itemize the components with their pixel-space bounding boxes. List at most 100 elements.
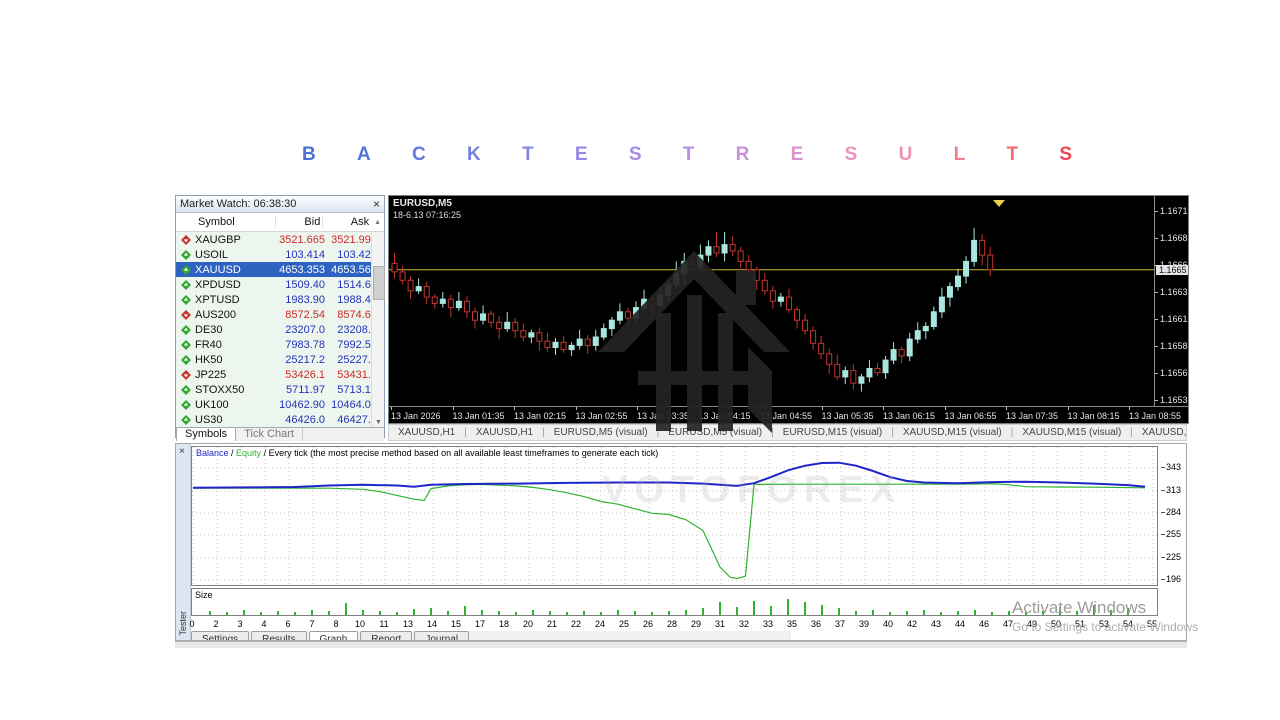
market-watch-tab-tick-chart[interactable]: Tick Chart [236, 428, 303, 441]
tester-tab-settings[interactable]: Settings [191, 631, 250, 640]
market-watch-row[interactable]: USOIL 103.414 103.428 [176, 247, 384, 262]
graph-x-tick: 33 [762, 619, 773, 629]
bid-cell: 4653.353 [279, 263, 325, 276]
trend-up-icon [181, 384, 191, 395]
chart-tab[interactable]: XAUUSD,M15 (visual) [1133, 427, 1186, 438]
market-watch-row[interactable]: DE30 23207.0 23208.1 [176, 322, 384, 337]
column-header-bid[interactable]: Bid [276, 216, 324, 228]
graph-x-tick: 22 [570, 619, 581, 629]
market-watch-row[interactable]: STOXX50 5711.97 5713.12 [176, 382, 384, 397]
price-axis[interactable]: 1.16711.16681.16661.16631.16611.16581.16… [1154, 196, 1189, 406]
bid-cell: 7983.78 [285, 338, 325, 351]
close-icon[interactable]: × [179, 446, 185, 457]
symbol-cell: STOXX50 [195, 383, 245, 396]
time-tick: 13 Jan 01:35 [452, 407, 505, 421]
graph-y-tick: 284 [1160, 506, 1182, 517]
graph-x-tick: 39 [858, 619, 869, 629]
column-header-symbol[interactable]: Symbol [176, 216, 276, 228]
trend-down-icon [181, 234, 191, 245]
close-icon[interactable]: × [373, 198, 380, 210]
tester-tab-graph[interactable]: Graph [308, 631, 359, 640]
bid-cell: 10462.90 [279, 398, 325, 411]
graph-x-tick: 6 [285, 619, 291, 629]
brand-watermark: VOTOFOREX [602, 469, 903, 511]
activate-windows-text: Activate Windows [1012, 598, 1147, 617]
price-tick: 1.1656 [1155, 368, 1188, 378]
market-watch-row[interactable]: XAUGBP 3521.665 3521.992 [176, 232, 384, 247]
market-watch-row[interactable]: FR40 7983.78 7992.50 [176, 337, 384, 352]
trend-up-icon [181, 324, 191, 335]
market-watch-tab-symbols[interactable]: Symbols [176, 427, 237, 441]
chart-tab[interactable]: XAUUSD,M15 (visual) [1013, 427, 1130, 438]
market-watch-row[interactable]: XAUUSD 4653.353 4653.569 [176, 262, 384, 277]
market-watch-row[interactable]: HK50 25217.2 25227.6 [176, 352, 384, 367]
trend-up-icon [181, 294, 191, 305]
graph-x-tick: 3 [237, 619, 243, 629]
market-watch-row[interactable]: UK100 10462.90 10464.06 [176, 397, 384, 412]
balance-graph[interactable]: Balance / Equity / Every tick (the most … [191, 446, 1158, 586]
graph-x-tick: 20 [522, 619, 533, 629]
trend-up-icon [181, 249, 191, 260]
market-watch-row[interactable]: XPTUSD 1983.90 1988.48 [176, 292, 384, 307]
column-header-ask[interactable]: Ask [323, 216, 371, 228]
time-tick: 13 Jan 08:55 [1129, 407, 1182, 421]
tester-tab-journal[interactable]: Journal [414, 631, 470, 640]
symbol-cell: XPTUSD [195, 293, 240, 306]
scrollbar-thumb[interactable] [373, 266, 385, 300]
title-letter: E [574, 144, 588, 165]
size-label: Size [195, 590, 213, 600]
house-logo-watermark-icon [598, 251, 790, 433]
graph-x-tick: 44 [954, 619, 965, 629]
ask-cell: 8574.60 [337, 308, 377, 321]
title-letter: T [682, 144, 695, 165]
graph-y-tick: 255 [1160, 529, 1182, 540]
scroll-up-icon[interactable]: ▲ [371, 219, 384, 226]
ask-cell: 5713.12 [337, 383, 377, 396]
bid-cell: 1983.90 [285, 293, 325, 306]
graph-x-tick: 42 [906, 619, 917, 629]
market-watch-row[interactable]: JP225 53426.1 53431.1 [176, 367, 384, 382]
bid-cell: 25217.2 [285, 353, 325, 366]
ask-cell: 25227.6 [337, 353, 377, 366]
price-tick: 1.1661 [1155, 314, 1188, 324]
graph-x-tick: 37 [834, 619, 845, 629]
chart-tab[interactable]: XAUUSD,H1 [389, 427, 464, 438]
graph-x-tick: 43 [930, 619, 941, 629]
time-tick: 13 Jan 06:15 [883, 407, 936, 421]
graph-x-tick: 36 [810, 619, 821, 629]
tester-tab-results[interactable]: Results [251, 631, 307, 640]
chart-tab[interactable]: XAUUSD,H1 [467, 427, 542, 438]
graph-x-tick: 28 [666, 619, 677, 629]
graph-x-tick: 18 [498, 619, 509, 629]
scroll-down-icon[interactable]: ▼ [372, 419, 385, 426]
market-watch-header: Symbol Bid Ask ▲ [176, 213, 384, 232]
market-watch-row[interactable]: AUS200 8572.54 8574.60 [176, 307, 384, 322]
graph-x-tick: 2 [213, 619, 219, 629]
legend-description: / Every tick (the most precise method ba… [261, 448, 659, 458]
chart-tab[interactable]: XAUUSD,M15 (visual) [894, 427, 1011, 438]
graph-x-tick: 31 [714, 619, 725, 629]
ask-cell: 4653.569 [331, 263, 377, 276]
graph-x-tick: 24 [594, 619, 605, 629]
trend-up-icon [181, 279, 191, 290]
title-letter: S [628, 144, 642, 165]
market-watch-row[interactable]: US30 46426.0 46427.5 [176, 412, 384, 427]
chart-tab[interactable]: EURUSD,M15 (visual) [774, 427, 891, 438]
title-letter: T [1006, 144, 1019, 165]
market-watch-rows: XAUGBP 3521.665 3521.992 USOIL 103.414 103.42… [176, 232, 385, 427]
trend-down-icon [181, 369, 191, 380]
ask-cell: 10464.06 [331, 398, 377, 411]
tester-tab-report[interactable]: Report [360, 631, 413, 640]
title-letter: T [522, 144, 534, 165]
trend-up-icon [181, 264, 191, 275]
ask-cell: 1514.63 [337, 278, 377, 291]
graph-x-tick: 26 [642, 619, 653, 629]
time-tick: 13 Jan 08:15 [1067, 407, 1120, 421]
ask-cell: 3521.992 [331, 233, 377, 246]
chart-symbol-label: EURUSD,M5 [393, 198, 452, 209]
symbol-cell: HK50 [195, 353, 223, 366]
market-watch-row[interactable]: XPDUSD 1509.40 1514.63 [176, 277, 384, 292]
graph-x-tick: 10 [354, 619, 365, 629]
market-watch-scrollbar[interactable]: ▼ [371, 232, 385, 427]
legend-equity: Equity [236, 448, 262, 458]
